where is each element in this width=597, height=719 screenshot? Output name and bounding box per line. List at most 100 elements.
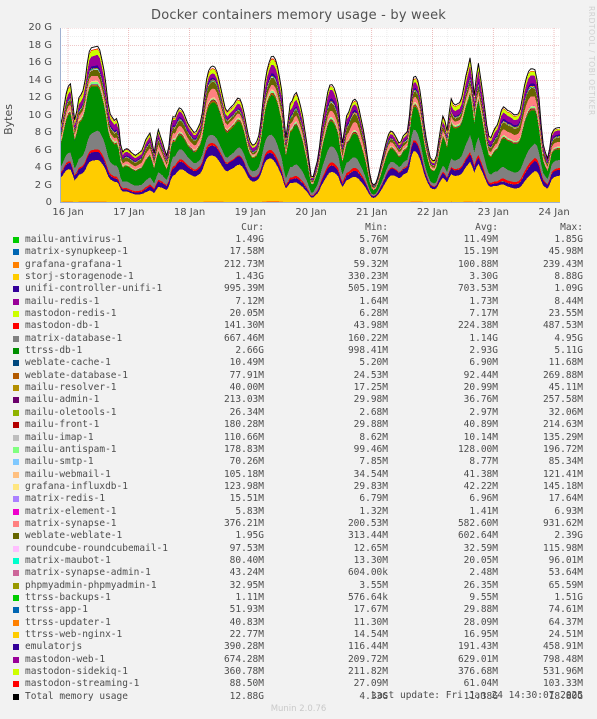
legend-color-swatch	[13, 669, 19, 676]
legend-value-avg: 1.41M	[469, 505, 498, 517]
legend-value-min: 6.28M	[359, 308, 388, 320]
legend-series-label: ttrss-app-1	[25, 604, 88, 616]
legend-row: mailu-oletools-1 26.34M 2.68M 2.97M 32.06M	[0, 407, 597, 419]
y-tick-label: 6 G	[34, 144, 52, 156]
legend-row: matrix-synupkeep-1 17.58M 8.07M 15.19M 45.98…	[0, 246, 597, 258]
legend-value-min: 11.30M	[353, 616, 388, 628]
legend-value-cur: 10.49M	[229, 357, 264, 369]
legend-value-avg: 40.89M	[463, 419, 498, 431]
legend-series-label: mailu-webmail-1	[25, 468, 111, 480]
legend-row: ttrss-app-1 51.93M 17.67M 29.88M 74.61M	[0, 604, 597, 616]
legend-value-min: 604.00k	[347, 567, 388, 579]
y-tick-label: 4 G	[34, 162, 52, 173]
y-tick-label: 20 G	[28, 22, 52, 33]
legend-value-max: 45.98M	[548, 246, 583, 258]
legend-value-max: 257.58M	[542, 394, 583, 406]
legend-color-swatch	[13, 409, 19, 416]
legend-series-label: mastodon-web-1	[25, 653, 106, 665]
legend-row: mastodon-db-1 141.30M 43.98M 224.38M 487.53M	[0, 320, 597, 332]
legend-value-cur: 1.49G	[235, 234, 264, 245]
legend-row: roundcube-roundcubemail-1 97.53M 12.65M 32.…	[0, 543, 597, 555]
legend-color-swatch	[13, 545, 19, 552]
legend-header-max: Max:	[560, 222, 583, 233]
legend-value-cur: 674.28M	[223, 653, 264, 665]
legend-row: mailu-admin-1 213.03M 29.98M 36.76M 257.58M	[0, 394, 597, 406]
legend-color-swatch	[13, 644, 19, 651]
legend-row: grafana-influxdb-1 123.98M 29.83M 42.22M 145…	[0, 481, 597, 493]
legend-value-cur: 110.66M	[223, 431, 264, 443]
legend-row: matrix-element-1 5.83M 1.32M 1.41M 6.93M	[0, 506, 597, 518]
legend-series-label: mastodon-redis-1	[25, 308, 117, 320]
legend-series-label: mailu-resolver-1	[25, 382, 117, 394]
legend-value-avg: 602.64M	[457, 530, 498, 542]
legend-value-avg: 36.76M	[463, 394, 498, 406]
legend-value-avg: 376.68M	[457, 666, 498, 678]
legend-row: ttrss-web-nginx-1 22.77M 14.54M 16.95M 24.51…	[0, 629, 597, 641]
legend-row: mailu-front-1 180.28M 29.88M 40.89M 214.63M	[0, 419, 597, 431]
legend-value-avg: 61.04M	[463, 678, 498, 690]
legend-row: unifi-controller-unifi-1 995.39M 505.19M 70…	[0, 283, 597, 295]
legend-value-min: 1.64M	[359, 295, 388, 307]
legend-row: matrix-synapse-1 376.21M 200.53M 582.60M 931…	[0, 518, 597, 530]
rrdtool-watermark: RRDTOOL / TOBI OETIKER	[587, 6, 596, 116]
legend-value-avg: 92.44M	[463, 369, 498, 381]
legend-header-row: Cur: Min: Avg: Max:	[0, 222, 597, 234]
legend-value-cur: 212.73M	[223, 258, 264, 270]
legend-value-avg: 100.88M	[457, 258, 498, 270]
x-tick-label: 22 Jan	[416, 207, 449, 218]
legend-row: mailu-resolver-1 40.00M 17.25M 20.99M 45.11M	[0, 382, 597, 394]
legend-value-cur: 70.26M	[229, 456, 264, 468]
legend-color-swatch	[13, 348, 19, 355]
legend-series-label: matrix-database-1	[25, 332, 123, 344]
legend-value-min: 59.32M	[353, 258, 388, 270]
legend-value-min: 29.88M	[353, 419, 388, 431]
y-tick-label: 0	[45, 197, 52, 208]
legend-series-label: mastodon-db-1	[25, 320, 100, 332]
legend-row: mailu-webmail-1 105.18M 34.54M 41.38M 121.41…	[0, 469, 597, 481]
legend-series-label: mailu-antispam-1	[25, 443, 117, 455]
legend-value-cur: 80.40M	[229, 554, 264, 566]
legend-value-max: 64.37M	[548, 616, 583, 628]
legend-row: mailu-antivirus-1 1.49G 5.76M 11.49M 1.85G	[0, 234, 597, 246]
legend-value-cur: 995.39M	[223, 283, 264, 295]
legend-value-cur: 20.05M	[229, 308, 264, 320]
legend-value-cur: 17.58M	[229, 246, 264, 258]
munin-graph-page: Docker containers memory usage - by week…	[0, 0, 597, 719]
legend-value-min: 3.55M	[359, 579, 388, 591]
legend-value-max: 45.11M	[548, 382, 583, 394]
legend-value-avg: 1.73M	[469, 295, 498, 307]
legend-value-max: 531.96M	[542, 666, 583, 678]
legend-value-min: 116.44M	[347, 641, 388, 653]
legend-value-avg: 703.53M	[457, 283, 498, 295]
stacked-area-chart	[60, 28, 560, 203]
legend-value-cur: 40.83M	[229, 616, 264, 628]
legend-color-swatch	[13, 434, 19, 441]
legend-value-max: 798.48M	[542, 653, 583, 665]
legend-value-cur: 26.34M	[229, 406, 264, 418]
legend-value-avg: 32.59M	[463, 542, 498, 554]
legend-value-min: 576.64k	[347, 591, 388, 603]
legend-series-label: mailu-smtp-1	[25, 456, 94, 468]
legend-color-swatch	[13, 483, 19, 490]
legend-value-max: 135.29M	[542, 431, 583, 443]
legend-value-min: 43.98M	[353, 320, 388, 332]
legend-value-max: 23.55M	[548, 308, 583, 320]
legend-value-avg: 26.35M	[463, 579, 498, 591]
legend-value-avg: 9.55M	[469, 591, 498, 603]
page-title: Docker containers memory usage - by week	[150, 8, 447, 23]
legend-series-label: weblate-weblate-1	[25, 530, 123, 542]
legend-value-max: 17.64M	[548, 493, 583, 505]
legend-value-avg: 28.09M	[463, 616, 498, 628]
legend-color-swatch	[13, 520, 19, 527]
legend-value-min: 6.79M	[359, 493, 388, 505]
legend-value-cur: 360.78M	[223, 666, 264, 678]
last-update-text: Last update: Fri Jan 24 14:30:07 2025	[371, 690, 583, 701]
legend-value-avg: 2.97M	[469, 406, 498, 418]
legend-series-label: matrix-redis-1	[25, 493, 106, 505]
legend-series-label: mailu-oletools-1	[25, 406, 117, 418]
legend-series-label: phpmyadmin-phpmyadmin-1	[25, 579, 157, 591]
x-tick-label: 16 Jan	[52, 207, 84, 218]
legend-value-cur: 213.03M	[223, 394, 264, 406]
legend-color-swatch	[13, 323, 19, 330]
legend-color-swatch	[13, 607, 19, 614]
